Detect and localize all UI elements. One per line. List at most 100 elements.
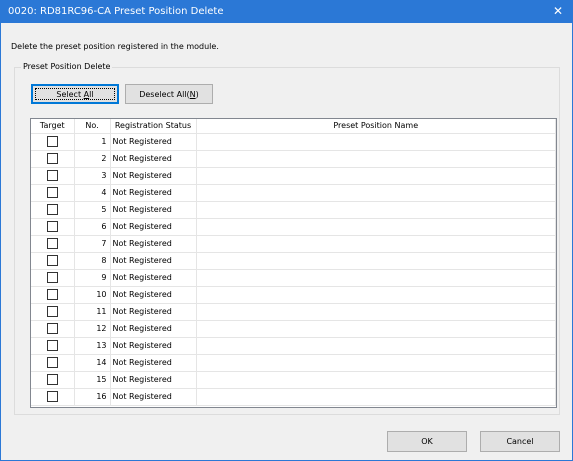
table-row[interactable]: 8 Not Registered xyxy=(31,252,556,270)
select-all-label-suffix: ll xyxy=(89,89,94,99)
target-cell xyxy=(31,286,75,304)
preset-position-name xyxy=(196,150,556,168)
table-row[interactable]: 2 Not Registered xyxy=(31,150,556,168)
table-row[interactable]: 12 Not Registered xyxy=(31,320,556,338)
table-row[interactable]: 6 Not Registered xyxy=(31,218,556,236)
preset-position-table: Target No. Registration Status Preset Po… xyxy=(30,118,557,408)
target-cell xyxy=(31,184,75,202)
table-row[interactable]: 1 Not Registered xyxy=(31,133,556,151)
table-row[interactable]: 11 Not Registered xyxy=(31,303,556,321)
preset-position-name xyxy=(196,201,556,219)
select-all-label-prefix: Select xyxy=(56,89,84,99)
dialog-window: 0020: RD81RC96-CA Preset Position Delete… xyxy=(0,0,573,461)
deselect-all-label-suffix: ) xyxy=(195,89,199,99)
table-row[interactable]: 5 Not Registered xyxy=(31,201,556,219)
table-row[interactable]: 10 Not Registered xyxy=(31,286,556,304)
registration-status: Not Registered xyxy=(110,150,197,168)
table-row[interactable]: 4 Not Registered xyxy=(31,184,556,202)
target-cell xyxy=(31,269,75,287)
registration-status: Not Registered xyxy=(110,337,197,355)
deselect-all-label-prefix: Deselect All( xyxy=(139,89,190,99)
target-checkbox[interactable] xyxy=(46,289,58,300)
target-checkbox[interactable] xyxy=(46,221,58,232)
row-number: 2 xyxy=(74,150,111,168)
registration-status: Not Registered xyxy=(110,286,197,304)
preset-position-name xyxy=(196,184,556,202)
target-checkbox[interactable] xyxy=(46,255,58,266)
group-label: Preset Position Delete xyxy=(21,62,113,71)
row-number: 3 xyxy=(74,167,111,185)
row-number: 12 xyxy=(74,320,111,338)
registration-status: Not Registered xyxy=(110,269,197,287)
target-cell xyxy=(31,133,75,151)
target-checkbox[interactable] xyxy=(46,340,58,351)
target-cell xyxy=(31,150,75,168)
table-row[interactable]: 15 Not Registered xyxy=(31,371,556,389)
row-number: 13 xyxy=(74,337,111,355)
row-number: 7 xyxy=(74,235,111,253)
target-checkbox[interactable] xyxy=(46,272,58,283)
registration-status: Not Registered xyxy=(110,184,197,202)
row-number: 15 xyxy=(74,371,111,389)
table-row[interactable]: 14 Not Registered xyxy=(31,354,556,372)
cancel-button[interactable]: Cancel xyxy=(480,431,560,452)
target-checkbox[interactable] xyxy=(46,238,58,249)
select-all-button[interactable]: Select All xyxy=(31,84,119,104)
title-bar[interactable]: 0020: RD81RC96-CA Preset Position Delete… xyxy=(1,1,572,23)
target-checkbox[interactable] xyxy=(46,357,58,368)
preset-position-name xyxy=(196,235,556,253)
target-checkbox[interactable] xyxy=(46,306,58,317)
preset-position-name xyxy=(196,354,556,372)
registration-status: Not Registered xyxy=(110,167,197,185)
close-icon[interactable]: ✕ xyxy=(544,1,572,23)
registration-status: Not Registered xyxy=(110,235,197,253)
registration-status: Not Registered xyxy=(110,320,197,338)
registration-status: Not Registered xyxy=(110,252,197,270)
preset-position-name xyxy=(196,218,556,236)
column-header-no[interactable]: No. xyxy=(74,119,111,134)
row-number: 8 xyxy=(74,252,111,270)
preset-position-name xyxy=(196,269,556,287)
table-row[interactable]: 16 Not Registered xyxy=(31,388,556,406)
table-row[interactable]: 7 Not Registered xyxy=(31,235,556,253)
row-number: 6 xyxy=(74,218,111,236)
target-checkbox[interactable] xyxy=(46,136,58,147)
description-text: Delete the preset position registered in… xyxy=(11,42,219,51)
column-header-target[interactable]: Target xyxy=(31,119,75,134)
target-cell xyxy=(31,303,75,321)
target-cell xyxy=(31,235,75,253)
target-checkbox[interactable] xyxy=(46,374,58,385)
target-cell xyxy=(31,201,75,219)
target-checkbox[interactable] xyxy=(46,170,58,181)
row-number: 5 xyxy=(74,201,111,219)
table-header-row: Target No. Registration Status Preset Po… xyxy=(31,119,556,134)
registration-status: Not Registered xyxy=(110,371,197,389)
column-header-preset-position-name[interactable]: Preset Position Name xyxy=(196,119,556,134)
preset-position-name xyxy=(196,167,556,185)
row-number: 11 xyxy=(74,303,111,321)
target-checkbox[interactable] xyxy=(46,323,58,334)
ok-button[interactable]: OK xyxy=(387,431,467,452)
target-cell xyxy=(31,354,75,372)
preset-position-name xyxy=(196,252,556,270)
row-number: 16 xyxy=(74,388,111,406)
target-checkbox[interactable] xyxy=(46,391,58,402)
target-cell xyxy=(31,320,75,338)
table-row[interactable]: 13 Not Registered xyxy=(31,337,556,355)
row-number: 1 xyxy=(74,133,111,151)
target-checkbox[interactable] xyxy=(46,187,58,198)
table-row[interactable]: 3 Not Registered xyxy=(31,167,556,185)
target-cell xyxy=(31,337,75,355)
registration-status: Not Registered xyxy=(110,218,197,236)
row-number: 9 xyxy=(74,269,111,287)
preset-position-name xyxy=(196,388,556,406)
column-header-registration-status[interactable]: Registration Status xyxy=(110,119,197,134)
target-cell xyxy=(31,167,75,185)
deselect-all-button[interactable]: Deselect All(N) xyxy=(125,84,213,104)
preset-position-name xyxy=(196,133,556,151)
preset-position-name xyxy=(196,286,556,304)
registration-status: Not Registered xyxy=(110,133,197,151)
table-row[interactable]: 9 Not Registered xyxy=(31,269,556,287)
target-checkbox[interactable] xyxy=(46,204,58,215)
target-checkbox[interactable] xyxy=(46,153,58,164)
